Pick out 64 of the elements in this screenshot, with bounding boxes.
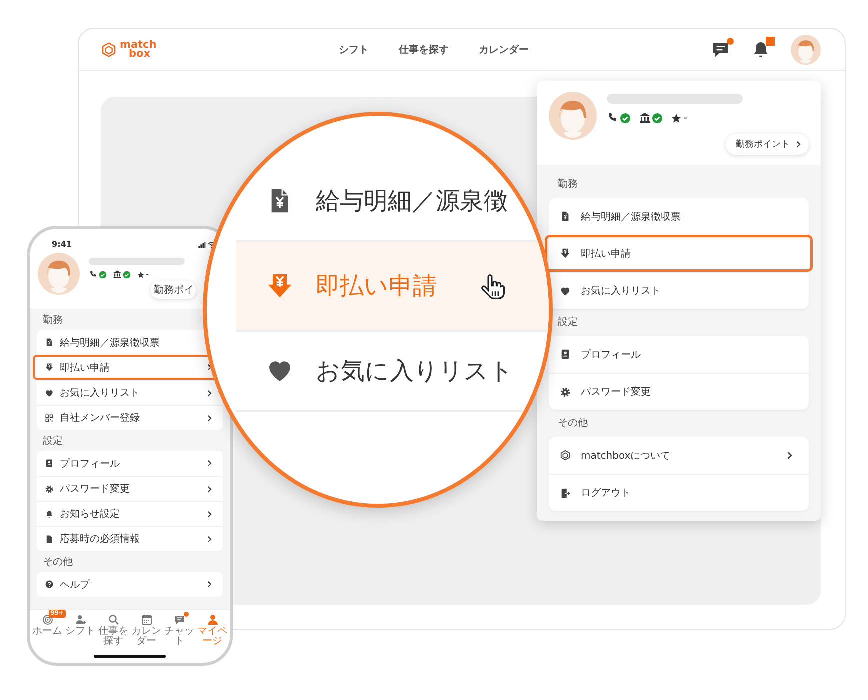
star-icon	[137, 270, 145, 278]
yen-arrow-icon	[266, 272, 294, 300]
gear-icon	[560, 386, 571, 398]
id-card-icon	[45, 459, 54, 468]
search-icon	[108, 614, 120, 626]
phone-icon	[607, 112, 619, 124]
yen-arrow-icon	[560, 248, 571, 259]
document-icon	[45, 534, 54, 544]
calendar-icon	[140, 614, 152, 626]
person-add-icon	[74, 614, 86, 626]
tab[interactable]: カレンダー	[130, 614, 163, 647]
yen-arrow-icon	[45, 363, 54, 372]
menu-item[interactable]: 給与明細／源泉徴収票	[549, 198, 809, 235]
menu-item[interactable]: プロフィール	[549, 336, 809, 373]
nav-link[interactable]: シフト	[338, 42, 369, 56]
rating-value: -	[146, 270, 149, 279]
target-icon	[42, 614, 54, 626]
logo-text: match box	[120, 40, 157, 58]
section-title: 勤務	[43, 314, 64, 327]
tab[interactable]: 仕事を探す	[97, 614, 130, 647]
person-icon	[206, 614, 218, 626]
menu-item[interactable]: matchboxについて	[549, 437, 809, 474]
menu-item[interactable]: お気に入りリスト	[236, 332, 549, 412]
menu-item[interactable]: ログアウト	[549, 474, 809, 511]
avatar-icon	[549, 92, 597, 140]
bank-icon	[113, 270, 122, 279]
menu-item[interactable]: ヘルプ	[37, 572, 223, 597]
tab[interactable]: シフト	[64, 614, 97, 647]
heart-icon	[45, 388, 54, 398]
phone-icon	[89, 270, 98, 279]
yen-document-icon	[560, 211, 571, 222]
status-time: 9:41	[52, 240, 72, 249]
hexagon-icon	[101, 42, 117, 58]
bell-icon	[45, 510, 54, 518]
yen-document-icon	[45, 338, 54, 347]
tab[interactable]: チャット	[163, 614, 196, 647]
star-icon	[671, 112, 682, 124]
section-title: その他	[43, 556, 74, 569]
chevron-icon	[794, 140, 803, 149]
help-icon	[45, 580, 54, 589]
id-card-icon	[560, 349, 571, 360]
home-indicator	[94, 654, 166, 658]
avatar-icon[interactable]	[791, 34, 821, 64]
section-title: 設定	[558, 316, 579, 329]
nav-link[interactable]: カレンダー	[478, 42, 529, 56]
chat-icon	[174, 614, 186, 626]
section-title: 勤務	[558, 178, 579, 191]
bank-icon	[639, 112, 651, 124]
hexagon-icon	[560, 450, 571, 461]
logout-icon	[560, 488, 571, 498]
menu-item[interactable]: パスワード変更	[549, 373, 809, 410]
points-button[interactable]: 勤務ポイ	[151, 281, 196, 299]
gear-icon	[45, 484, 54, 494]
menu-item[interactable]: 応募時の必須情報	[37, 526, 223, 551]
qr-code-icon	[45, 414, 54, 422]
nav-link[interactable]: 仕事を探す	[398, 42, 449, 56]
section-title: 設定	[43, 434, 64, 448]
points-button[interactable]: 勤務ポイント	[726, 134, 809, 155]
section-title: その他	[558, 417, 589, 430]
rating-value: -	[684, 112, 688, 124]
menu-item[interactable]: お知らせ設定	[37, 501, 223, 526]
signal-icon	[198, 241, 206, 249]
avatar-icon	[38, 253, 80, 295]
heart-icon	[560, 286, 571, 296]
